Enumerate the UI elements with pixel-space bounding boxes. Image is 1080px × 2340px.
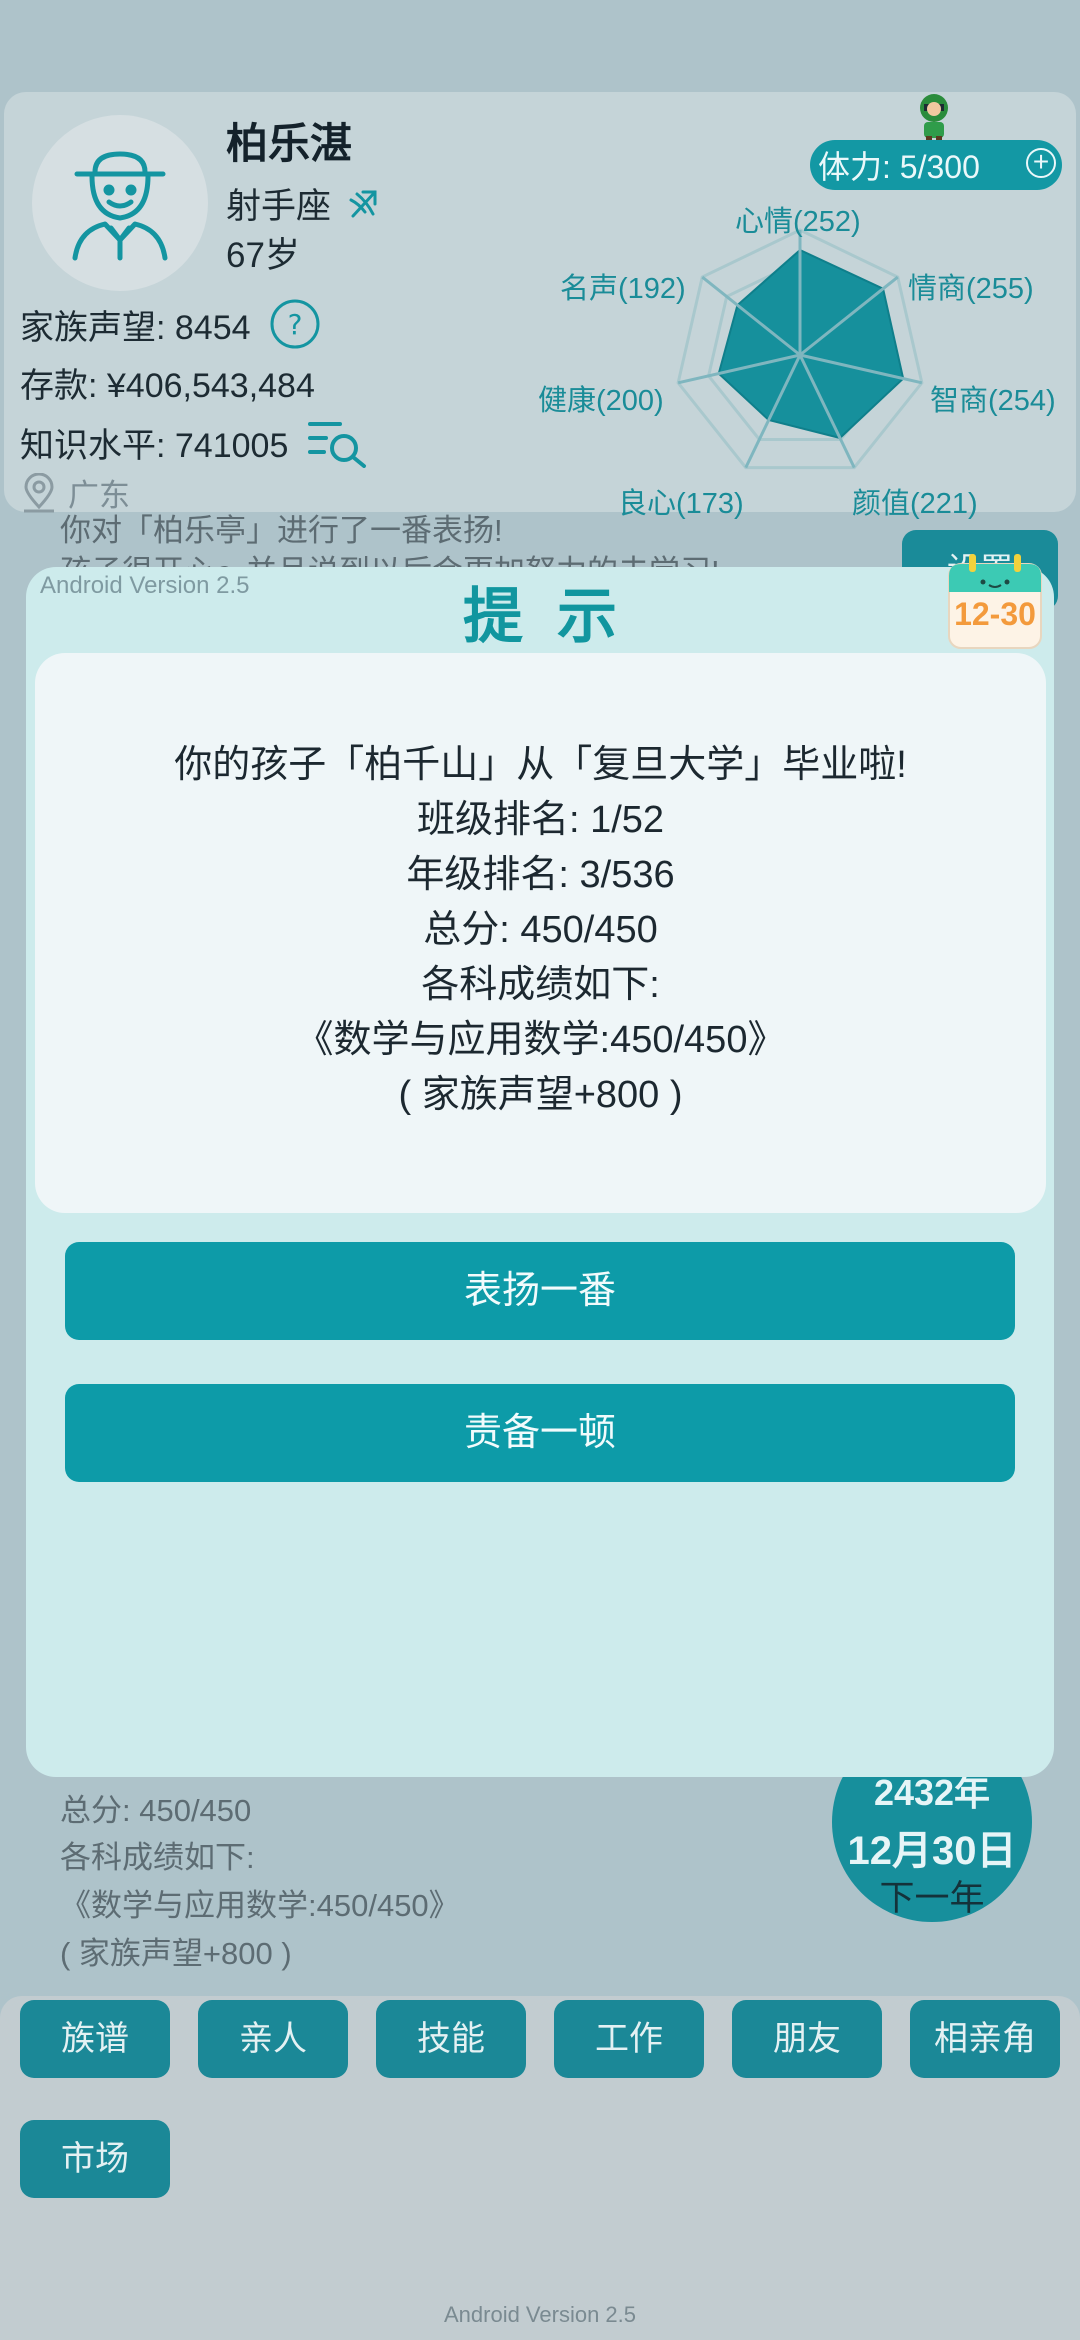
knowledge-row: 知识水平: 741005 — [20, 416, 370, 468]
radar-label-looks: 颜值(221) — [852, 488, 978, 520]
dialog-title: 提示 — [463, 583, 651, 650]
message-line: 各科成绩如下: — [421, 964, 660, 1006]
location-pin-icon — [24, 472, 54, 512]
footer-version: Android Version 2.5 — [443, 2302, 637, 2327]
svg-text:?: ? — [287, 308, 302, 341]
reputation-label: 家族声望: 8454 — [20, 308, 251, 347]
radar-label-eq: 情商(255) — [908, 273, 1034, 305]
player-name: 柏乐湛 — [226, 120, 353, 167]
radar-label-iq: 智商(254) — [930, 385, 1056, 417]
nav-matchmaking[interactable]: 相亲角 — [910, 2000, 1060, 2078]
zodiac-label: 射手座 — [226, 187, 332, 226]
add-stamina-icon[interactable]: + — [1026, 148, 1056, 178]
radar-value-shape — [717, 248, 905, 440]
message-line: 年级排名: 3/536 — [406, 854, 675, 896]
sagittarius-icon — [349, 190, 377, 217]
nav-friends[interactable]: 朋友 — [732, 2000, 882, 2078]
log-line: 《数学与应用数学:450/450》 — [60, 1888, 460, 1923]
avatar[interactable] — [32, 115, 208, 291]
bottom-nav-panel: 族谱 亲人 技能 工作 朋友 相亲角 市场 — [0, 1996, 1080, 2340]
log-line: ( 家族声望+800 ) — [60, 1936, 292, 1971]
stamina-pill[interactable]: 体力: 5/300 + — [810, 140, 1062, 190]
age-label: 67岁 — [226, 236, 300, 275]
savings-label: 存款: ¥406,543,484 — [20, 367, 315, 405]
radar-label-health: 健康(200) — [538, 385, 664, 417]
log-line: 各科成绩如下: — [60, 1840, 255, 1875]
nav-market[interactable]: 市场 — [20, 2120, 170, 2198]
person-hat-icon — [72, 151, 168, 261]
calendar-date: 12-30 — [954, 596, 1036, 632]
radar-label-mood: 心情(252) — [735, 206, 861, 238]
message-line: 《数学与应用数学:450/450》 — [295, 1019, 786, 1061]
radar-label-fame: 名声(192) — [560, 273, 686, 305]
scold-button[interactable]: 责备一顿 — [65, 1384, 1015, 1482]
nav-work[interactable]: 工作 — [554, 2000, 704, 2078]
next-year-label: 下一年 — [879, 1879, 985, 1918]
message-line: 总分: 450/450 — [423, 909, 658, 951]
search-list-icon[interactable] — [306, 416, 370, 468]
praise-button[interactable]: 表扬一番 — [65, 1242, 1015, 1340]
message-line: 你的孩子「柏千山」从「复旦大学」毕业啦! — [174, 744, 907, 786]
help-icon[interactable]: ? — [269, 298, 321, 350]
message-line: ( 家族声望+800 ) — [398, 1074, 683, 1116]
stamina-label: 体力: 5/300 — [818, 149, 980, 185]
log-line: 总分: 450/450 — [60, 1793, 252, 1828]
day-label: 12月30日 — [847, 1829, 1017, 1873]
nav-relatives[interactable]: 亲人 — [198, 2000, 348, 2078]
attribute-radar-chart — [676, 228, 924, 470]
nav-skills[interactable]: 技能 — [376, 2000, 526, 2078]
message-text: 你的孩子「柏千山」从「复旦大学」毕业啦! 班级排名: 1/52 年级排名: 3/… — [35, 738, 1046, 1123]
radar-label-conscience: 良心(173) — [618, 488, 744, 520]
log-line: 你对「柏乐亭」进行了一番表扬! — [60, 513, 503, 548]
message-line: 班级排名: 1/52 — [416, 799, 665, 841]
calendar-badge: 12-30 — [945, 552, 1045, 652]
zodiac-row: 射手座 — [226, 178, 381, 229]
knowledge-label: 知识水平: 741005 — [20, 426, 289, 465]
reputation-row: 家族声望: 8454 ? — [20, 298, 321, 350]
character-sprite-icon — [920, 94, 948, 142]
nav-family-tree[interactable]: 族谱 — [20, 2000, 170, 2078]
